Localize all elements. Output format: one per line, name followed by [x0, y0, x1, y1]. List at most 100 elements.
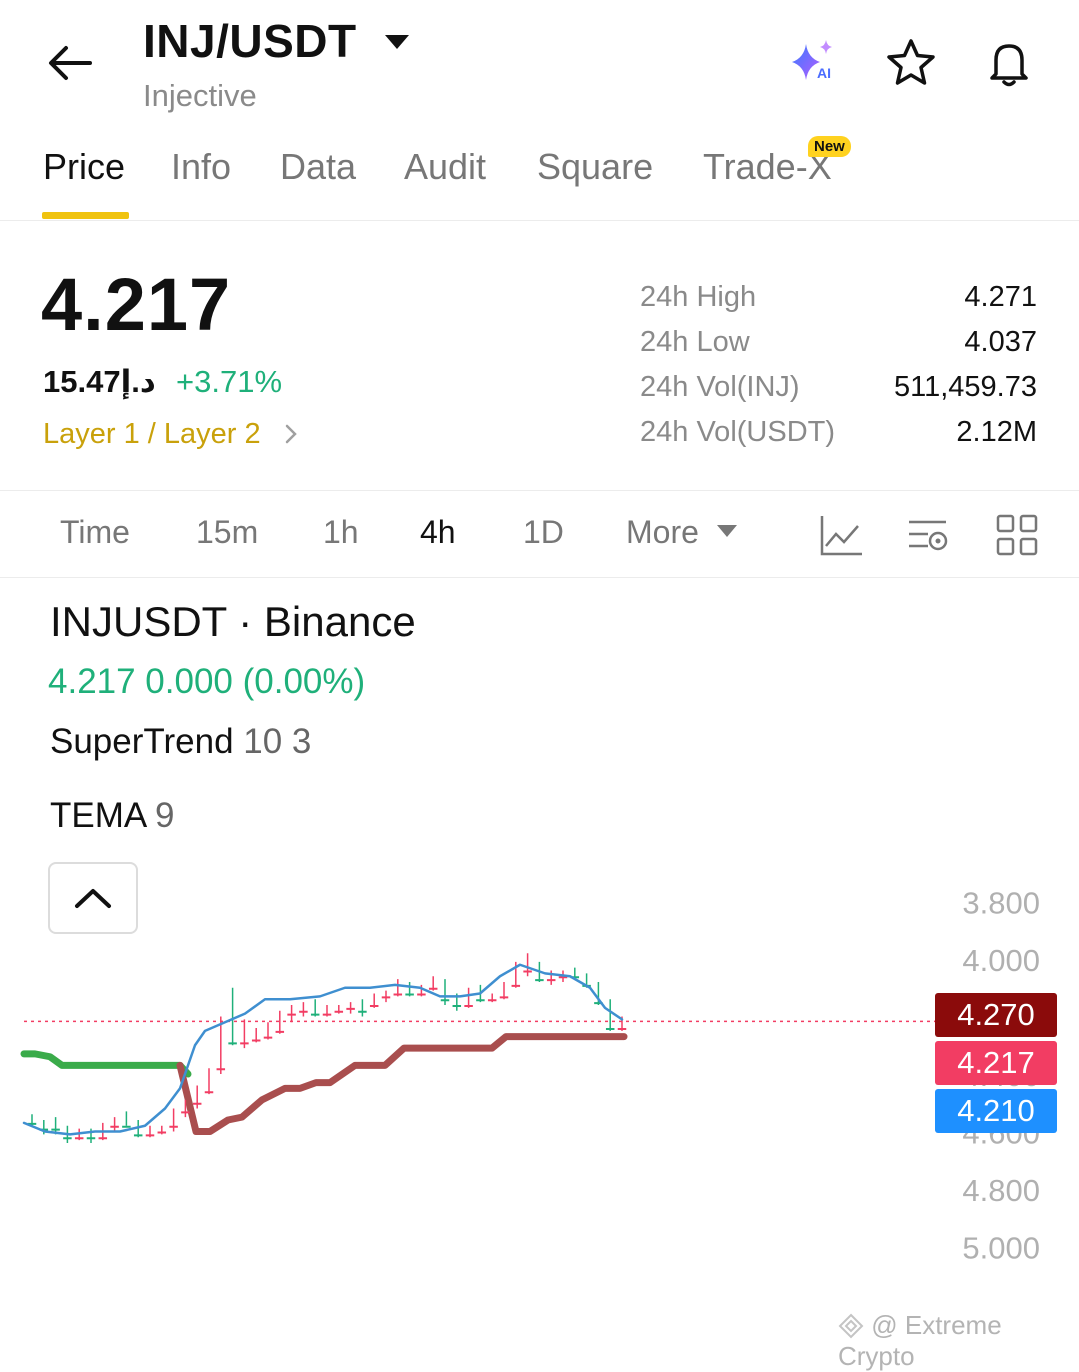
tab-data[interactable]: Data — [280, 146, 356, 188]
price-change-percent: +3.71% — [176, 364, 283, 399]
candle-body — [251, 1039, 261, 1042]
new-badge: New — [808, 136, 851, 157]
candle-body — [346, 1007, 355, 1010]
interval-time[interactable]: Time — [60, 514, 130, 551]
candle-body — [86, 1137, 96, 1140]
candle-body — [263, 1036, 273, 1039]
interval-1h[interactable]: 1h — [323, 514, 359, 551]
stat-value-24h-low: 4.037 — [964, 326, 1037, 358]
stat-value-24h-vol-usdt: 2.12M — [956, 416, 1037, 448]
indicator-settings-icon[interactable] — [906, 512, 952, 558]
chevron-right-icon — [285, 424, 297, 444]
indicator-name: TEMA — [50, 796, 146, 835]
candle-body — [499, 996, 509, 999]
star-icon[interactable] — [884, 36, 938, 90]
candle-body — [381, 996, 391, 999]
grid-layout-icon[interactable] — [994, 512, 1040, 558]
candle-body — [287, 1013, 296, 1016]
candle-body — [157, 1131, 167, 1134]
candle-body — [181, 1111, 190, 1114]
stat-label-24h-vol-usdt: 24h Vol(USDT) — [640, 416, 836, 448]
watermark: @ Extreme Crypto — [838, 1310, 1079, 1372]
candle-body — [546, 979, 556, 982]
candle-body — [440, 999, 450, 1002]
stat-value-24h-vol-inj: 511,459.73 — [894, 371, 1037, 403]
bell-icon[interactable] — [982, 36, 1036, 90]
active-tab-indicator — [42, 212, 129, 219]
candle-body — [63, 1137, 72, 1140]
chart-quote: 4.217 0.000 (0.00%) — [48, 662, 366, 701]
candle-body — [299, 1010, 308, 1013]
supertrend-price-tag: 4.270 — [935, 993, 1057, 1037]
interval-more-label: More — [626, 514, 699, 550]
candle-body — [617, 1028, 627, 1030]
candle-body — [417, 993, 426, 996]
candle-body — [98, 1137, 108, 1140]
stat-value-24h-high: 4.271 — [964, 281, 1037, 313]
last-price-tag: 4.217 — [935, 1041, 1057, 1085]
y-axis-tick-label: 5.000 — [962, 1231, 1040, 1266]
back-button[interactable] — [40, 38, 100, 88]
interval-15m[interactable]: 15m — [196, 514, 258, 551]
indicator-supertrend[interactable]: SuperTrend 10 3 — [50, 722, 311, 762]
tab-audit[interactable]: Audit — [404, 146, 486, 188]
chart-symbol: INJUSDT · Binance — [50, 598, 416, 645]
caret-down-icon[interactable] — [384, 32, 410, 52]
candle-body — [310, 1013, 320, 1016]
candle-body — [74, 1137, 84, 1140]
candle-body — [428, 987, 438, 990]
indicator-tema[interactable]: TEMA 9 — [50, 796, 175, 836]
tab-square[interactable]: Square — [537, 146, 653, 188]
tema-line — [22, 963, 624, 1136]
section-divider — [0, 490, 1079, 491]
candle-body — [535, 979, 544, 982]
indicator-params: 9 — [145, 796, 175, 835]
category-label: Layer 1 / Layer 2 — [43, 418, 261, 450]
ai-sparkle-icon[interactable]: AI — [786, 36, 840, 90]
line-chart-icon[interactable] — [818, 512, 864, 558]
candle-body — [204, 1091, 214, 1094]
interval-more[interactable]: More — [626, 514, 738, 551]
section-divider — [0, 577, 1079, 578]
candle-body — [192, 1102, 202, 1105]
candle-body — [169, 1125, 178, 1128]
tab-info[interactable]: Info — [171, 146, 231, 188]
candle-body — [605, 1028, 615, 1030]
candle-body — [487, 999, 497, 1002]
y-axis-tick-label: 4.800 — [962, 1173, 1040, 1208]
candle-body — [369, 1005, 379, 1007]
pair-selector[interactable]: INJ/USDT — [143, 14, 357, 68]
stat-label-24h-vol-inj: 24h Vol(INJ) — [640, 371, 800, 403]
y-axis-tick-label: 3.800 — [962, 886, 1040, 921]
candle-body — [145, 1134, 155, 1137]
chevron-up-icon — [75, 889, 111, 908]
tab-price[interactable]: Price — [43, 146, 125, 188]
tema-price-tag: 4.210 — [935, 1089, 1057, 1133]
tab-bar: Price Info Data Audit Square Trade-X New — [0, 136, 1079, 221]
candle-body — [322, 1013, 332, 1016]
candle-body — [452, 1005, 462, 1007]
candle-body — [393, 993, 403, 996]
candle-body — [51, 1128, 60, 1131]
candle-body — [358, 1010, 367, 1013]
candle-body — [240, 1042, 249, 1045]
collapse-indicators-button[interactable] — [48, 862, 138, 934]
binance-logo-icon — [838, 1313, 864, 1339]
candle-body — [523, 970, 532, 973]
caret-down-icon — [716, 525, 737, 537]
candle-body — [334, 1010, 344, 1013]
interval-1d[interactable]: 1D — [523, 514, 564, 551]
candle-body — [405, 993, 414, 996]
candle-body — [122, 1125, 131, 1128]
fiat-price: 15.47د.إ — [43, 364, 156, 399]
candle-body — [464, 1005, 473, 1007]
stat-label-24h-high: 24h High — [640, 281, 757, 313]
interval-4h[interactable]: 4h — [420, 514, 456, 551]
y-axis-tick-label: 4.000 — [962, 943, 1040, 978]
stat-label-24h-low: 24h Low — [640, 326, 750, 358]
arrow-left-icon — [49, 46, 92, 80]
indicator-name: SuperTrend — [50, 722, 234, 761]
candle-body — [133, 1134, 143, 1137]
category-link[interactable]: Layer 1 / Layer 2 — [43, 418, 301, 451]
candle-body — [110, 1125, 119, 1128]
